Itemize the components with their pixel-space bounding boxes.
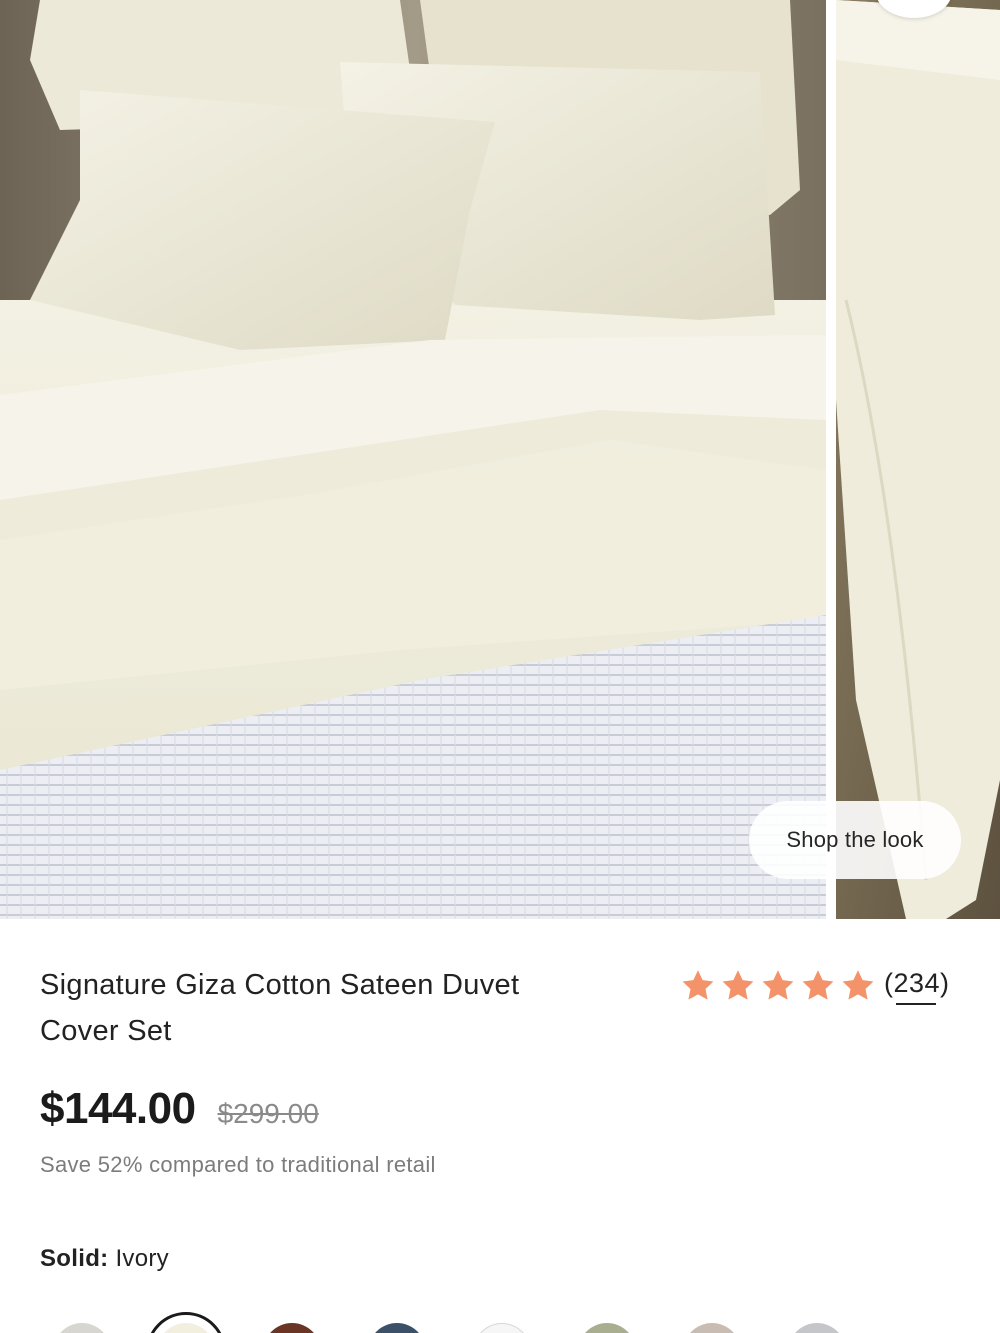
review-count-link[interactable]: (234) [884, 968, 950, 1005]
star-icon [842, 970, 874, 1000]
price-row: $144.00 $299.00 [40, 1084, 319, 1134]
product-image-gallery[interactable]: Shop the look [0, 0, 1000, 919]
swatch-sage[interactable] [578, 1323, 636, 1333]
swatch-white[interactable] [473, 1323, 531, 1333]
original-price: $299.00 [217, 1098, 319, 1129]
product-photo-main[interactable] [0, 0, 826, 919]
color-swatch-list [0, 1300, 1000, 1333]
product-title: Signature Giza Cotton Sateen Duvet Cover… [40, 969, 520, 1047]
color-option-label: Solid: [40, 1245, 109, 1272]
swatch-light-gray[interactable] [53, 1323, 111, 1333]
shop-the-look-button[interactable]: Shop the look [749, 801, 961, 879]
selected-color: Solid: Ivory [40, 1245, 169, 1273]
product-photo-secondary[interactable] [836, 0, 1000, 919]
swatch-navy[interactable] [368, 1323, 426, 1333]
color-option-value: Ivory [115, 1245, 169, 1272]
star-icon [722, 970, 754, 1000]
star-icon [802, 970, 834, 1000]
star-rating [680, 968, 880, 1004]
star-icon [682, 970, 714, 1000]
swatch-silver[interactable] [788, 1323, 846, 1333]
savings-text: Save 52% compared to traditional retail [40, 1152, 436, 1177]
sale-price: $144.00 [40, 1084, 196, 1133]
swatch-ivory[interactable] [146, 1312, 226, 1333]
product-rating[interactable]: (234) [680, 964, 950, 1008]
swatch-brown[interactable] [263, 1323, 321, 1333]
star-icon [762, 970, 794, 1000]
swatch-taupe[interactable] [683, 1323, 741, 1333]
